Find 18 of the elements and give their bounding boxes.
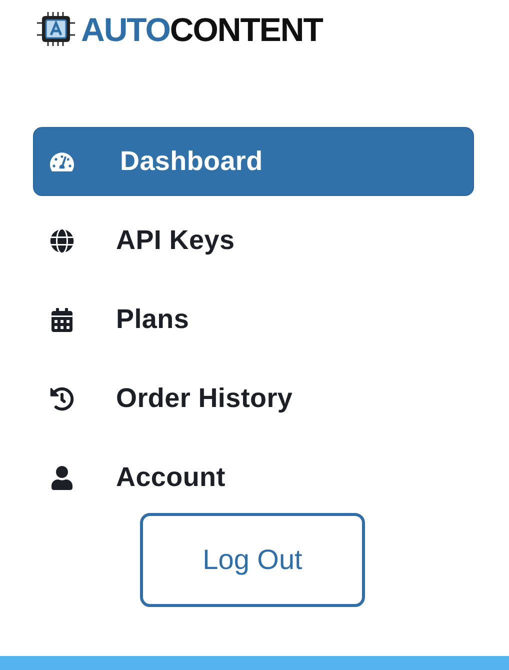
globe-icon — [50, 228, 74, 252]
logout-button[interactable]: Log Out — [140, 513, 365, 607]
history-icon — [50, 386, 74, 410]
user-icon — [50, 466, 74, 490]
nav-label: Account — [116, 462, 226, 493]
nav-label: Dashboard — [120, 146, 263, 177]
chip-logo-icon — [34, 11, 78, 47]
calendar-icon — [50, 308, 74, 332]
nav-item[interactable]: Account — [33, 443, 474, 512]
nav-label: Order History — [116, 383, 293, 414]
nav-label: Plans — [116, 304, 190, 335]
gauge-icon — [50, 150, 74, 174]
nav-item[interactable]: Plans — [33, 285, 474, 354]
nav-item[interactable]: API Keys — [33, 206, 474, 275]
nav-label: API Keys — [116, 225, 235, 256]
nav-item[interactable]: Order History — [33, 364, 474, 433]
logo-text: AUTOCONTENT — [81, 12, 322, 46]
nav-item[interactable]: Dashboard — [33, 127, 474, 196]
